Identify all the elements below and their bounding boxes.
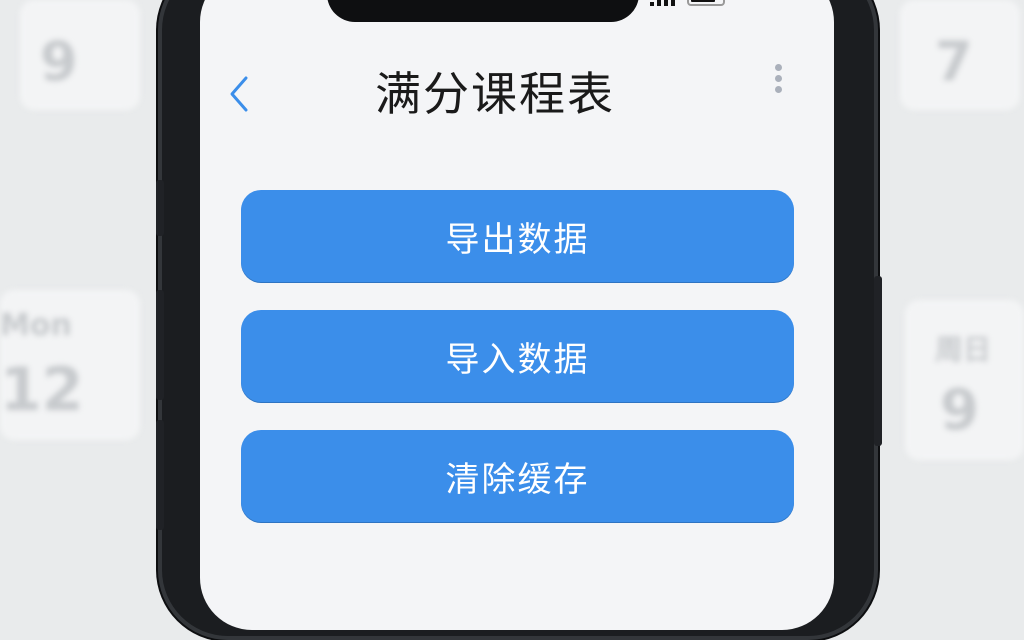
vertical-ellipsis-icon[interactable] — [770, 60, 786, 100]
phone-volume-button — [156, 290, 164, 400]
background-key-number: 7 — [935, 30, 973, 93]
phone-notch — [327, 0, 639, 22]
chevron-left-icon[interactable] — [226, 74, 254, 114]
background-key — [20, 0, 140, 110]
phone-volume-button — [156, 180, 164, 236]
status-bar — [650, 0, 790, 6]
background-key-number: 12 — [0, 355, 84, 425]
import-data-button[interactable]: 导入数据 — [241, 310, 794, 402]
battery-icon — [687, 0, 725, 6]
background-key-label: Mon — [0, 308, 72, 343]
export-data-button[interactable]: 导出数据 — [241, 190, 794, 282]
signal-icon — [650, 0, 675, 6]
page-title: 满分课程表 — [375, 67, 615, 121]
clear-cache-button[interactable]: 清除缓存 — [241, 430, 794, 522]
background-key-number: 9 — [940, 378, 979, 443]
background-key-label: 周日 — [935, 333, 992, 366]
phone-volume-button — [156, 420, 164, 530]
background-key-number: 9 — [40, 30, 78, 93]
phone-power-button — [874, 276, 882, 446]
